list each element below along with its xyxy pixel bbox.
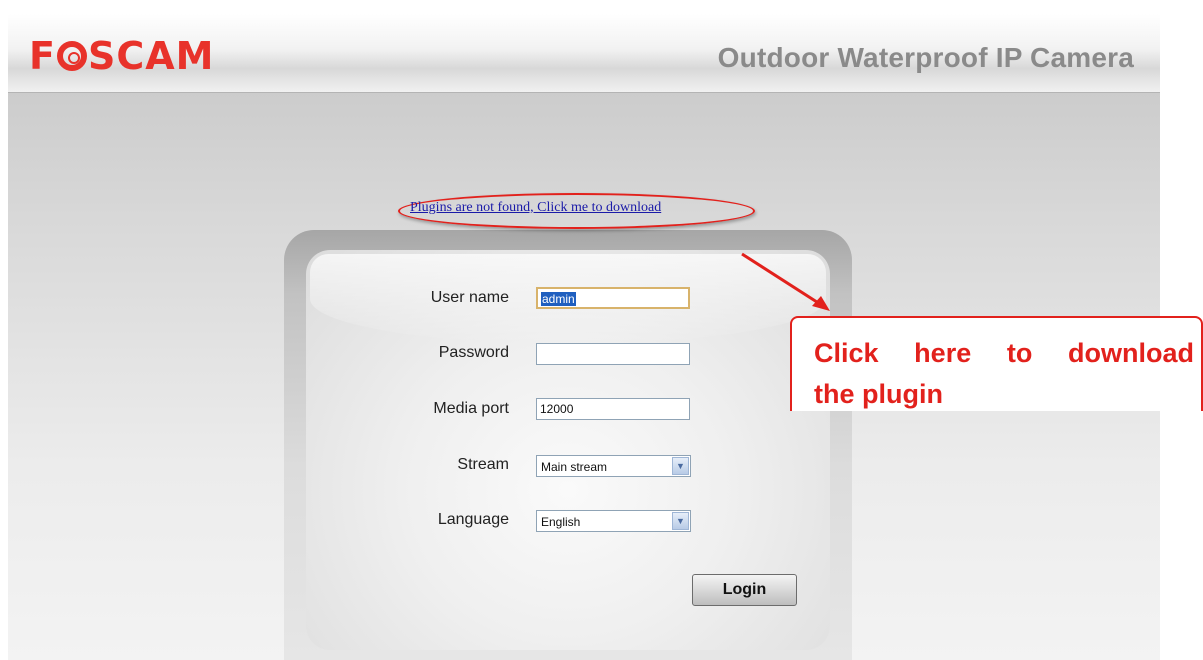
- arrow-head: [812, 296, 830, 311]
- callout-line-1: Click here to download: [814, 338, 1194, 368]
- annotation-callout: Click here to download the plugin: [790, 316, 1203, 411]
- arrow-line: [741, 252, 821, 306]
- callout-line-2: the plugin: [814, 379, 943, 409]
